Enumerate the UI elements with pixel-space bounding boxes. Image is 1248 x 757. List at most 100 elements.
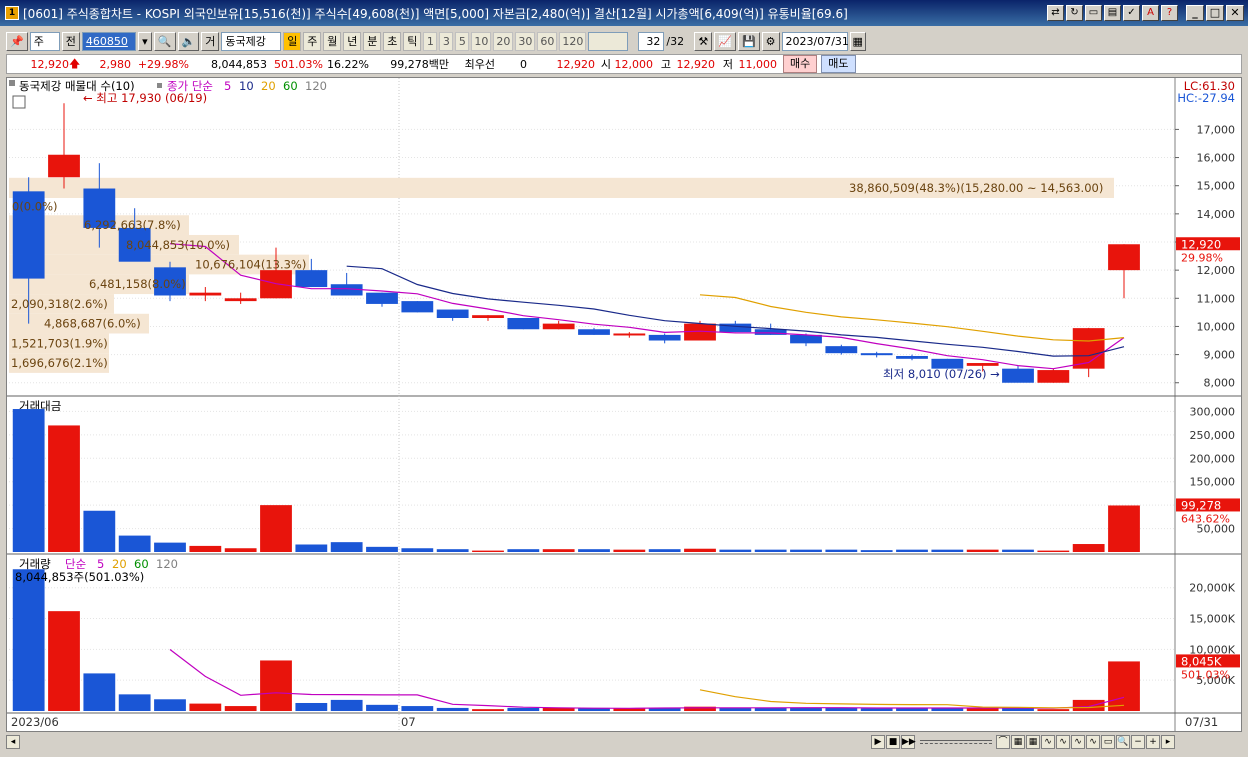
minus-icon[interactable]: −: [1131, 735, 1145, 749]
scroll-left-icon[interactable]: ◂: [6, 735, 20, 749]
volume-bar: [366, 704, 398, 711]
dropdown-icon[interactable]: ▾: [137, 31, 152, 51]
amount-bar: [366, 546, 398, 552]
candle-body: [507, 318, 540, 330]
chart-svg[interactable]: 17,00016,00015,00014,00013,00012,00011,0…: [7, 78, 1241, 731]
interval-30[interactable]: 30: [515, 31, 536, 51]
volume-bar: [507, 707, 540, 711]
price-tick-label: 12,000: [1197, 264, 1236, 277]
wave2-icon[interactable]: ∿: [1056, 735, 1070, 749]
volume-bar: [48, 611, 80, 711]
best-label: 최우선: [464, 58, 495, 71]
interval-120[interactable]: 120: [559, 31, 587, 51]
help-icon[interactable]: ?: [1161, 5, 1178, 21]
high-value: 12,920: [676, 57, 716, 71]
copy-icon[interactable]: ▭: [1101, 735, 1115, 749]
price-pct-tag: 29.98%: [1181, 251, 1223, 264]
volume-value: 8,044,853: [211, 57, 267, 71]
volume-ma-period: 120: [156, 557, 178, 571]
plus-icon[interactable]: +: [1146, 735, 1160, 749]
close-icon[interactable]: ✕: [1226, 5, 1244, 21]
print-icon[interactable]: ▤: [1104, 5, 1121, 21]
period-week[interactable]: 주: [303, 31, 322, 51]
chart-area[interactable]: 17,00016,00015,00014,00013,00012,00011,0…: [6, 77, 1242, 732]
volume-tag: 8,045K: [1181, 654, 1222, 668]
amount-bar: [1002, 549, 1034, 552]
period-tick[interactable]: 틱: [403, 31, 422, 51]
stock-name: 동국제강: [221, 31, 282, 51]
period-month[interactable]: 월: [323, 31, 342, 51]
interval-3[interactable]: 3: [439, 31, 454, 51]
volume-ma-period: 60: [134, 557, 149, 571]
count-input[interactable]: 32: [638, 31, 665, 51]
zoom-icon[interactable]: 🔍: [1116, 735, 1130, 749]
open-value: 12,000: [614, 57, 654, 71]
interval-60[interactable]: 60: [537, 31, 558, 51]
save-icon[interactable]: 💾: [737, 31, 760, 51]
stock-type[interactable]: 거: [201, 31, 220, 51]
candle-body: [896, 356, 928, 359]
interval-20[interactable]: 20: [493, 31, 514, 51]
check-icon[interactable]: ✓: [1123, 5, 1140, 21]
volume-profile-label: 1,521,703(1.9%): [11, 336, 108, 350]
zoom-slider[interactable]: [920, 740, 992, 744]
wave3-icon[interactable]: ∿: [1071, 735, 1085, 749]
period-year[interactable]: 년: [343, 31, 362, 51]
pin-icon[interactable]: 📌: [6, 31, 28, 51]
volume-bar: [295, 702, 328, 711]
scroll-right-icon[interactable]: ▸: [1161, 735, 1175, 749]
sound-icon[interactable]: 🔈: [177, 31, 200, 51]
amount-bar: [966, 549, 999, 552]
x-label-end: 07/31: [1185, 715, 1218, 729]
hc-label: HC:-27.94: [1177, 91, 1235, 105]
line-icon[interactable]: ⌒: [996, 735, 1010, 749]
maximize-icon[interactable]: □: [1206, 5, 1224, 21]
date-input[interactable]: 2023/07/31: [781, 31, 849, 51]
period-minute[interactable]: 분: [363, 31, 382, 51]
volume-bar: [790, 707, 822, 711]
gear-icon[interactable]: ⚙: [761, 31, 780, 51]
wave-icon[interactable]: ∿: [1041, 735, 1055, 749]
layout2-icon[interactable]: ▦: [1026, 735, 1040, 749]
volume-bar: [224, 706, 257, 711]
minimize-icon[interactable]: _: [1186, 5, 1204, 21]
refresh-icon[interactable]: ↻: [1066, 5, 1083, 21]
amount-bar: [719, 549, 752, 552]
window-icon[interactable]: ▭: [1085, 5, 1102, 21]
stop-icon[interactable]: ■: [886, 735, 900, 749]
candle-body: [578, 329, 610, 335]
change-percent: +29.98%: [137, 57, 189, 71]
link-icon[interactable]: ⇄: [1047, 5, 1064, 21]
legend-marker: [9, 80, 15, 86]
price-tick-label: 11,000: [1197, 292, 1236, 305]
sell-button[interactable]: 매도: [821, 55, 856, 73]
interval-1[interactable]: 1: [423, 31, 438, 51]
market-select[interactable]: 주: [29, 31, 60, 51]
period-second[interactable]: 초: [383, 31, 402, 51]
interval-10[interactable]: 10: [471, 31, 492, 51]
search-icon[interactable]: 🔍: [153, 31, 176, 51]
interval-5[interactable]: 5: [455, 31, 470, 51]
period-day[interactable]: 일: [283, 31, 302, 51]
calendar-icon[interactable]: ▦: [849, 31, 866, 51]
buy-button[interactable]: 매수: [783, 55, 818, 73]
layout-icon[interactable]: ▦: [1011, 735, 1025, 749]
chart-tool-icon[interactable]: 📈: [714, 31, 736, 51]
font-icon[interactable]: A: [1142, 5, 1159, 21]
play-icon[interactable]: ▶: [871, 735, 885, 749]
volume-tick-label: 15,000K: [1189, 613, 1235, 626]
volume-bar: [260, 660, 292, 711]
volume-profile-label: 6,481,158(8.0%): [89, 277, 186, 291]
ma-legend-period: 120: [305, 79, 327, 93]
volume-legend-name: 거래량: [19, 557, 51, 571]
main-toolbar: 📌 주 전 460850 ▾ 🔍 🔈 거 동국제강 일 주 월 년 분 초 틱 …: [0, 30, 1248, 52]
prev-button[interactable]: 전: [61, 31, 80, 51]
candle-body: [436, 309, 469, 318]
fast-forward-icon[interactable]: ▶▶: [901, 735, 916, 749]
interval-input[interactable]: [588, 31, 629, 51]
candle-body: [295, 270, 328, 288]
price-tick-label: 10,000: [1197, 320, 1236, 333]
code-input[interactable]: 460850: [81, 31, 136, 51]
wave4-icon[interactable]: ∿: [1086, 735, 1100, 749]
tool-icon[interactable]: ⚒: [694, 31, 713, 51]
